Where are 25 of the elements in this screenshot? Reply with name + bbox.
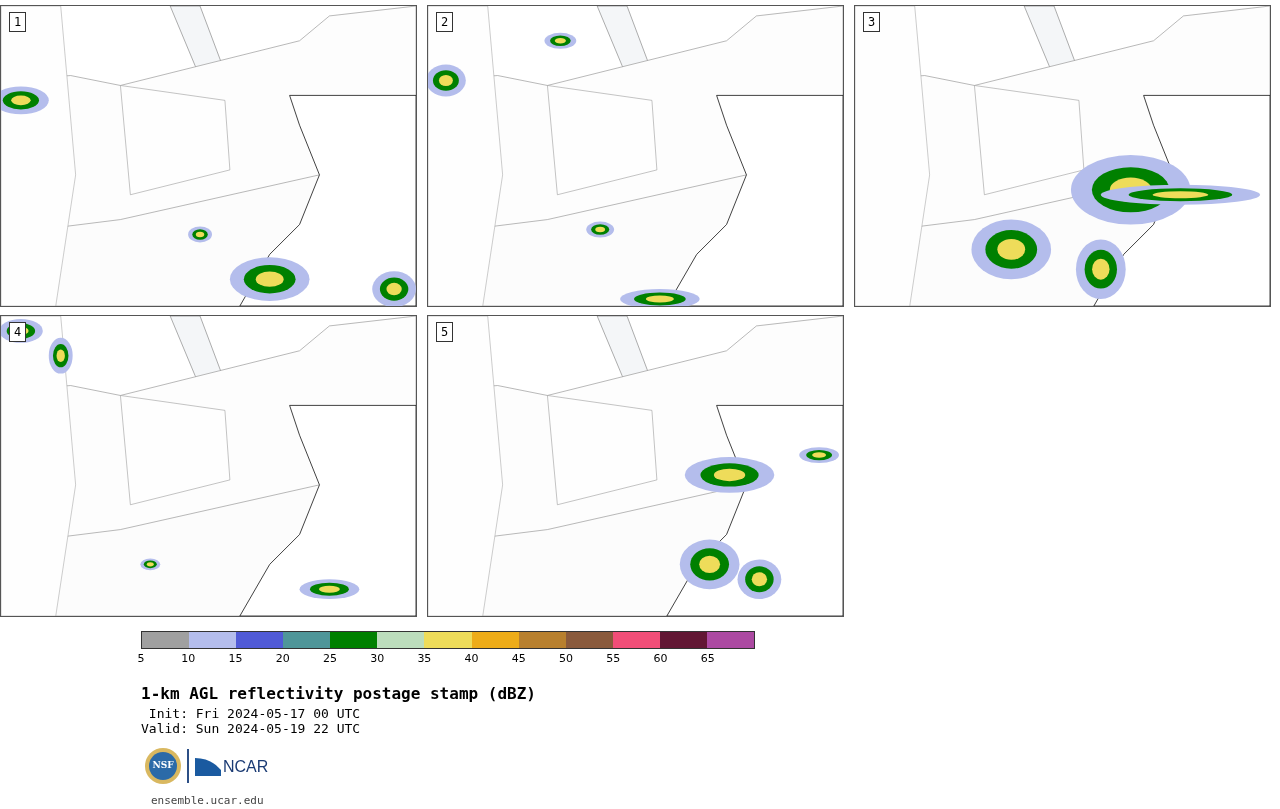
ncar-logo: NCAR [195, 756, 269, 776]
panel-number: 5 [436, 322, 454, 342]
init-time: Init: Fri 2024-05-17 00 UTC [147, 706, 362, 721]
tick-label: 55 [606, 652, 621, 666]
panel-number: 1 [9, 12, 27, 32]
tick-label: 35 [417, 652, 432, 666]
site-url: ensemble.ucar.edu [151, 794, 264, 807]
tick-label: 25 [322, 652, 337, 666]
tick-label: 10 [181, 652, 196, 666]
nsf-logo: NSF [145, 748, 181, 784]
panel-number: 3 [863, 12, 881, 32]
tick-label: 45 [511, 652, 526, 666]
tick-label: 65 [700, 652, 715, 666]
tick-label: 15 [228, 652, 243, 666]
tick-label: 5 [137, 652, 145, 666]
ncar-arc-icon [195, 756, 221, 776]
tick-label: 50 [559, 652, 574, 666]
tick-label: 60 [653, 652, 668, 666]
panel-number: 4 [9, 322, 27, 342]
tick-label: 30 [370, 652, 385, 666]
valid-time: Valid: Sun 2024-05-19 22 UTC [141, 721, 362, 736]
tick-label: 40 [464, 652, 479, 666]
panel-number: 2 [436, 12, 454, 32]
chart-title: 1-km AGL reflectivity postage stamp (dBZ) [141, 684, 537, 704]
tick-label: 20 [275, 652, 290, 666]
